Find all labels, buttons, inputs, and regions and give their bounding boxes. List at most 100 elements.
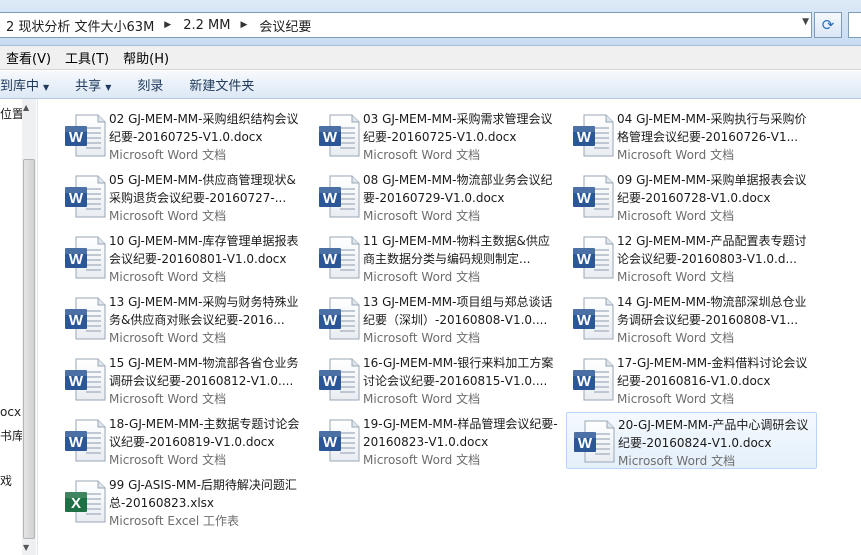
file-item[interactable]: W 12 GJ-MEM-MM-产品配置表专题讨论会议纪要-20160803-V1… [566,229,817,286]
menu-tools[interactable]: 工具(T) [59,48,117,67]
file-type: Microsoft Word 文档 [363,209,481,223]
word-file-icon: W [319,236,360,279]
file-list: W 02 GJ-MEM-MM-采购组织结构会议纪要-20160725-V1.0.… [39,99,861,555]
breadcrumb-separator-icon[interactable]: ▶ [230,20,253,30]
new-folder-button[interactable]: 新建文件夹 [176,75,267,94]
svg-text:W: W [69,373,84,390]
svg-text:W: W [577,190,592,207]
word-file-icon: W [574,420,615,463]
file-item[interactable]: W 02 GJ-MEM-MM-采购组织结构会议纪要-20160725-V1.0.… [58,107,309,164]
file-name: 13 GJ-MEM-MM-项目组与郑总谈话纪要（深圳）-20160808-V1.… [363,295,553,327]
address-bar[interactable]: 2 现状分析 文件大小63M ▶ 2.2 MM ▶ 会议纪要 ▼ [0,12,812,38]
nav-item[interactable]: 位置 [0,105,24,122]
file-item[interactable]: W 13 GJ-MEM-MM-采购与财务特殊业务&供应商对账会议纪要-2016.… [58,290,309,347]
file-item[interactable]: W 08 GJ-MEM-MM-物流部业务会议纪要-20160729-V1.0.d… [312,168,563,225]
chevron-down-icon: ▼ [105,83,112,92]
file-item[interactable]: W 18-GJ-MEM-MM-主数据专题讨论会议纪要-20160819-V1.0… [58,412,309,469]
file-type: Microsoft Word 文档 [617,331,735,345]
file-name: 19-GJ-MEM-MM-样品管理会议纪要-20160823-V1.0.docx [363,417,558,449]
word-file-icon: W [319,419,360,462]
file-name: 13 GJ-MEM-MM-采购与财务特殊业务&供应商对账会议纪要-2016... [109,295,299,327]
menu-view[interactable]: 查看(V) [0,48,59,67]
nav-scrollbar[interactable]: ▲ ▼ [22,99,36,555]
nav-item[interactable]: 书库 [0,427,24,444]
file-type: Microsoft Word 文档 [363,148,481,162]
word-file-icon: W [573,358,614,401]
svg-text:W: W [577,373,592,390]
word-file-icon: W [319,114,360,157]
file-name: 10 GJ-MEM-MM-库存管理单据报表会议纪要-20160801-V1.0.… [109,234,299,266]
file-item[interactable]: W 19-GJ-MEM-MM-样品管理会议纪要-20160823-V1.0.do… [312,412,563,469]
file-type: Microsoft Word 文档 [363,331,481,345]
breadcrumb-item[interactable]: 会议纪要 [253,16,311,35]
file-type: Microsoft Excel 工作表 [109,514,240,528]
breadcrumb-separator-icon[interactable]: ▶ [154,20,177,30]
file-type: Microsoft Word 文档 [617,148,735,162]
share-button[interactable]: 共享 ▼ [62,75,124,94]
word-file-icon: W [65,236,106,279]
include-in-library-button[interactable]: 到库中 ▼ [0,75,62,94]
command-bar: 到库中 ▼ 共享 ▼ 刻录 新建文件夹 [0,71,861,99]
word-file-icon: W [573,297,614,340]
file-item[interactable]: W 11 GJ-MEM-MM-物料主数据&供应商主数据分类与编码规则制定... M… [312,229,563,286]
file-type: Microsoft Word 文档 [109,270,227,284]
svg-text:W: W [69,129,84,146]
file-item[interactable]: W 13 GJ-MEM-MM-项目组与郑总谈话纪要（深圳）-20160808-V… [312,290,563,347]
svg-text:W: W [323,312,338,329]
file-type: Microsoft Word 文档 [109,453,227,467]
navigation-pane[interactable]: 位置 ocx 书库 戏 ▲ ▼ [0,99,38,555]
search-input[interactable] [848,12,861,38]
file-item[interactable]: W 14 GJ-MEM-MM-物流部深圳总仓业务调研会议纪要-20160808-… [566,290,817,347]
scrollbar-thumb[interactable] [23,159,35,539]
breadcrumb-item[interactable]: 2 现状分析 文件大小63M [0,16,154,35]
scroll-up-icon[interactable]: ▲ [23,103,29,112]
file-item[interactable]: W 10 GJ-MEM-MM-库存管理单据报表会议纪要-20160801-V1.… [58,229,309,286]
svg-text:W: W [323,129,338,146]
refresh-button[interactable]: ⟳ [814,12,842,38]
file-type: Microsoft Word 文档 [109,209,227,223]
svg-text:W: W [577,312,592,329]
file-item[interactable]: W 16-GJ-MEM-MM-银行来料加工方案讨论会议纪要-20160815-V… [312,351,563,408]
word-file-icon: W [319,358,360,401]
burn-button[interactable]: 刻录 [124,75,176,94]
word-file-icon: W [319,175,360,218]
file-type: Microsoft Word 文档 [363,270,481,284]
file-name: 17-GJ-MEM-MM-金料借料讨论会议纪要-20160816-V1.0.do… [617,356,808,388]
menu-help[interactable]: 帮助(H) [117,48,177,67]
svg-text:X: X [71,495,81,512]
svg-text:W: W [578,435,593,452]
file-item[interactable]: W 15 GJ-MEM-MM-物流部各省仓业务调研会议纪要-20160812-V… [58,351,309,408]
nav-item[interactable]: ocx [0,405,21,419]
breadcrumb-item[interactable]: 2.2 MM [177,18,230,33]
file-item[interactable]: X 99 GJ-ASIS-MM-后期待解决问题汇总-20160823.xlsx M… [58,473,309,530]
file-item[interactable]: W 17-GJ-MEM-MM-金料借料讨论会议纪要-20160816-V1.0.… [566,351,817,408]
file-type: Microsoft Word 文档 [109,331,227,345]
file-item[interactable]: W 20-GJ-MEM-MM-产品中心调研会议纪要-20160824-V1.0.… [566,412,817,469]
file-type: Microsoft Word 文档 [618,454,736,468]
svg-text:W: W [323,251,338,268]
file-item[interactable]: W 09 GJ-MEM-MM-采购单据报表会议纪要-20160728-V1.0.… [566,168,817,225]
file-name: 11 GJ-MEM-MM-物料主数据&供应商主数据分类与编码规则制定... [363,234,550,266]
file-name: 08 GJ-MEM-MM-物流部业务会议纪要-20160729-V1.0.doc… [363,173,553,205]
file-type: Microsoft Word 文档 [617,392,735,406]
file-type: Microsoft Word 文档 [363,392,481,406]
menu-bar: 查看(V) 工具(T) 帮助(H) [0,46,861,70]
nav-item[interactable]: 戏 [0,472,12,489]
refresh-icon: ⟳ [821,16,835,34]
file-type: Microsoft Word 文档 [109,148,227,162]
word-file-icon: W [65,175,106,218]
file-name: 09 GJ-MEM-MM-采购单据报表会议纪要-20160728-V1.0.do… [617,173,807,205]
file-name: 15 GJ-MEM-MM-物流部各省仓业务调研会议纪要-20160812-V1.… [109,356,299,388]
file-item[interactable]: W 03 GJ-MEM-MM-采购需求管理会议纪要-20160725-V1.0.… [312,107,563,164]
scroll-down-icon[interactable]: ▼ [23,543,29,552]
svg-text:W: W [323,434,338,451]
file-item[interactable]: W 05 GJ-MEM-MM-供应商管理现状&采购退货会议纪要-20160727… [58,168,309,225]
word-file-icon: W [65,419,106,462]
file-name: 05 GJ-MEM-MM-供应商管理现状&采购退货会议纪要-20160727-.… [109,173,296,205]
address-dropdown-icon[interactable]: ▼ [802,17,809,27]
word-file-icon: W [319,297,360,340]
file-name: 16-GJ-MEM-MM-银行来料加工方案讨论会议纪要-20160815-V1.… [363,356,554,388]
file-name: 02 GJ-MEM-MM-采购组织结构会议纪要-20160725-V1.0.do… [109,112,299,144]
svg-text:W: W [69,312,84,329]
file-item[interactable]: W 04 GJ-MEM-MM-采购执行与采购价格管理会议纪要-20160726-… [566,107,817,164]
